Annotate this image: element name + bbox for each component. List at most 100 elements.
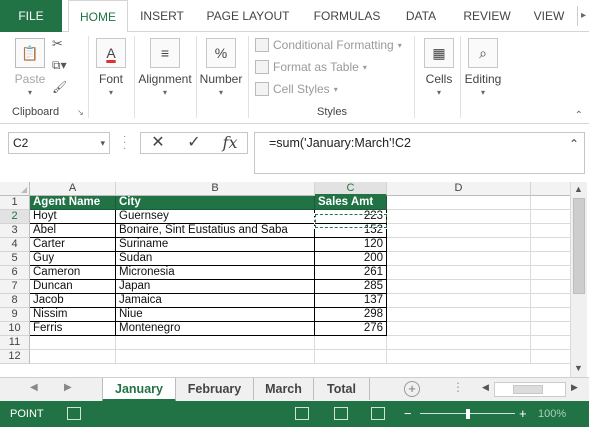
empty-cell[interactable] <box>30 336 116 350</box>
data-cell[interactable]: Japan <box>116 280 315 294</box>
row-header[interactable]: 8 <box>0 294 30 308</box>
data-cell[interactable]: 261 <box>315 266 387 280</box>
scroll-thumb[interactable] <box>513 385 543 394</box>
data-cell[interactable]: Abel <box>30 224 116 238</box>
data-cell[interactable]: Cameron <box>30 266 116 280</box>
zoom-in-icon[interactable]: + <box>519 401 527 427</box>
empty-cell[interactable] <box>531 280 571 294</box>
sheet-next-icon[interactable]: ▶ <box>64 382 72 393</box>
row-header[interactable]: 2 <box>0 210 30 224</box>
empty-cell[interactable] <box>116 350 315 364</box>
row-header[interactable]: 10 <box>0 322 30 336</box>
data-cell[interactable]: Ferris <box>30 322 116 336</box>
ribbon-scroll-right-icon[interactable]: ▸ <box>577 6 589 26</box>
tab-file[interactable]: FILE <box>0 0 62 32</box>
sheet-tab-march[interactable]: March <box>254 378 314 400</box>
tab-insert[interactable]: INSERT <box>132 0 192 32</box>
sheet-tab-january[interactable]: January <box>102 378 176 402</box>
copy-icon[interactable]: ⧉▾ <box>52 58 67 73</box>
data-cell[interactable]: Guy <box>30 252 116 266</box>
tab-formulas[interactable]: FORMULAS <box>305 0 389 32</box>
data-cell[interactable]: Suriname <box>116 238 315 252</box>
empty-cell[interactable] <box>387 266 531 280</box>
row-header[interactable]: 4 <box>0 238 30 252</box>
sheet-tab-total[interactable]: Total <box>314 378 370 400</box>
format-painter-icon[interactable]: 🖌 <box>52 80 67 94</box>
data-cell[interactable]: Niue <box>116 308 315 322</box>
empty-cell[interactable] <box>387 210 531 224</box>
empty-cell[interactable] <box>531 266 571 280</box>
empty-cell[interactable] <box>30 350 116 364</box>
scroll-thumb[interactable] <box>573 198 585 294</box>
empty-cell[interactable] <box>531 308 571 322</box>
data-cell[interactable]: 200 <box>315 252 387 266</box>
paste-button[interactable]: 📋 Paste ▾ <box>10 38 50 97</box>
collapse-formula-bar-icon[interactable]: ⌃ <box>569 134 579 154</box>
data-cell[interactable]: Jacob <box>30 294 116 308</box>
data-cell[interactable]: Jamaica <box>116 294 315 308</box>
data-cell[interactable]: Duncan <box>30 280 116 294</box>
empty-cell[interactable] <box>531 336 571 350</box>
column-header-e[interactable] <box>531 182 571 196</box>
empty-cell[interactable] <box>387 336 531 350</box>
zoom-slider-thumb[interactable] <box>466 409 470 419</box>
chevron-down-icon[interactable]: ▾ <box>100 133 105 153</box>
data-cell[interactable]: 120 <box>315 238 387 252</box>
normal-view-icon[interactable] <box>295 407 309 420</box>
empty-cell[interactable] <box>315 350 387 364</box>
column-header-a[interactable]: A <box>30 182 116 196</box>
empty-cell[interactable] <box>531 252 571 266</box>
tab-home[interactable]: HOME <box>68 0 128 33</box>
data-cell[interactable]: Carter <box>30 238 116 252</box>
cell-styles-button[interactable]: Cell Styles ▾ <box>255 82 338 96</box>
data-cell[interactable]: 285 <box>315 280 387 294</box>
font-button[interactable]: A Font ▾ <box>94 38 128 97</box>
empty-cell[interactable] <box>315 336 387 350</box>
cut-icon[interactable]: ✂ <box>52 36 63 52</box>
row-header[interactable]: 11 <box>0 336 30 350</box>
macro-recording-icon[interactable] <box>67 407 81 420</box>
column-header-b[interactable]: B <box>116 182 315 196</box>
row-header[interactable]: 3 <box>0 224 30 238</box>
data-cell[interactable]: Guernsey <box>116 210 315 224</box>
tab-split-handle-icon[interactable]: ⋮ <box>452 380 464 394</box>
empty-cell[interactable] <box>387 252 531 266</box>
collapse-ribbon-icon[interactable]: ⌃ <box>575 110 583 121</box>
row-header[interactable]: 9 <box>0 308 30 322</box>
empty-cell[interactable] <box>531 294 571 308</box>
enter-button[interactable]: ✓ <box>179 133 209 153</box>
empty-cell[interactable] <box>387 350 531 364</box>
tab-view[interactable]: VIEW <box>526 0 572 32</box>
sheet-tab-february[interactable]: February <box>176 378 254 400</box>
empty-cell[interactable] <box>531 210 571 224</box>
conditional-formatting-button[interactable]: Conditional Formatting ▾ <box>255 38 402 52</box>
data-cell[interactable]: 137 <box>315 294 387 308</box>
vertical-scrollbar[interactable]: ▲ ▼ <box>570 182 587 377</box>
scroll-up-icon[interactable]: ▲ <box>574 184 583 194</box>
data-cell[interactable]: Nissim <box>30 308 116 322</box>
empty-cell[interactable] <box>387 280 531 294</box>
zoom-out-icon[interactable]: − <box>404 401 412 427</box>
empty-cell[interactable] <box>531 238 571 252</box>
data-cell[interactable]: Hoyt <box>30 210 116 224</box>
zoom-level[interactable]: 100% <box>538 401 566 427</box>
row-header[interactable]: 6 <box>0 266 30 280</box>
empty-cell[interactable] <box>387 196 531 210</box>
tab-data[interactable]: DATA <box>395 0 447 32</box>
empty-cell[interactable] <box>387 238 531 252</box>
editing-button[interactable]: ⌕ Editing ▾ <box>462 38 504 97</box>
empty-cell[interactable] <box>387 322 531 336</box>
empty-cell[interactable] <box>116 336 315 350</box>
data-cell[interactable]: Micronesia <box>116 266 315 280</box>
alignment-button[interactable]: ≡ Alignment ▾ <box>136 38 194 97</box>
header-cell[interactable]: Agent Name <box>30 196 116 210</box>
empty-cell[interactable] <box>531 350 571 364</box>
row-header[interactable]: 12 <box>0 350 30 364</box>
format-as-table-button[interactable]: Format as Table ▾ <box>255 60 367 74</box>
empty-cell[interactable] <box>387 224 531 238</box>
page-break-view-icon[interactable] <box>371 407 385 420</box>
dialog-launcher-icon[interactable]: ↘ <box>77 108 84 117</box>
header-cell[interactable]: City <box>116 196 315 210</box>
cells-button[interactable]: ▦ Cells ▾ <box>420 38 458 97</box>
number-button[interactable]: % Number ▾ <box>198 38 244 97</box>
